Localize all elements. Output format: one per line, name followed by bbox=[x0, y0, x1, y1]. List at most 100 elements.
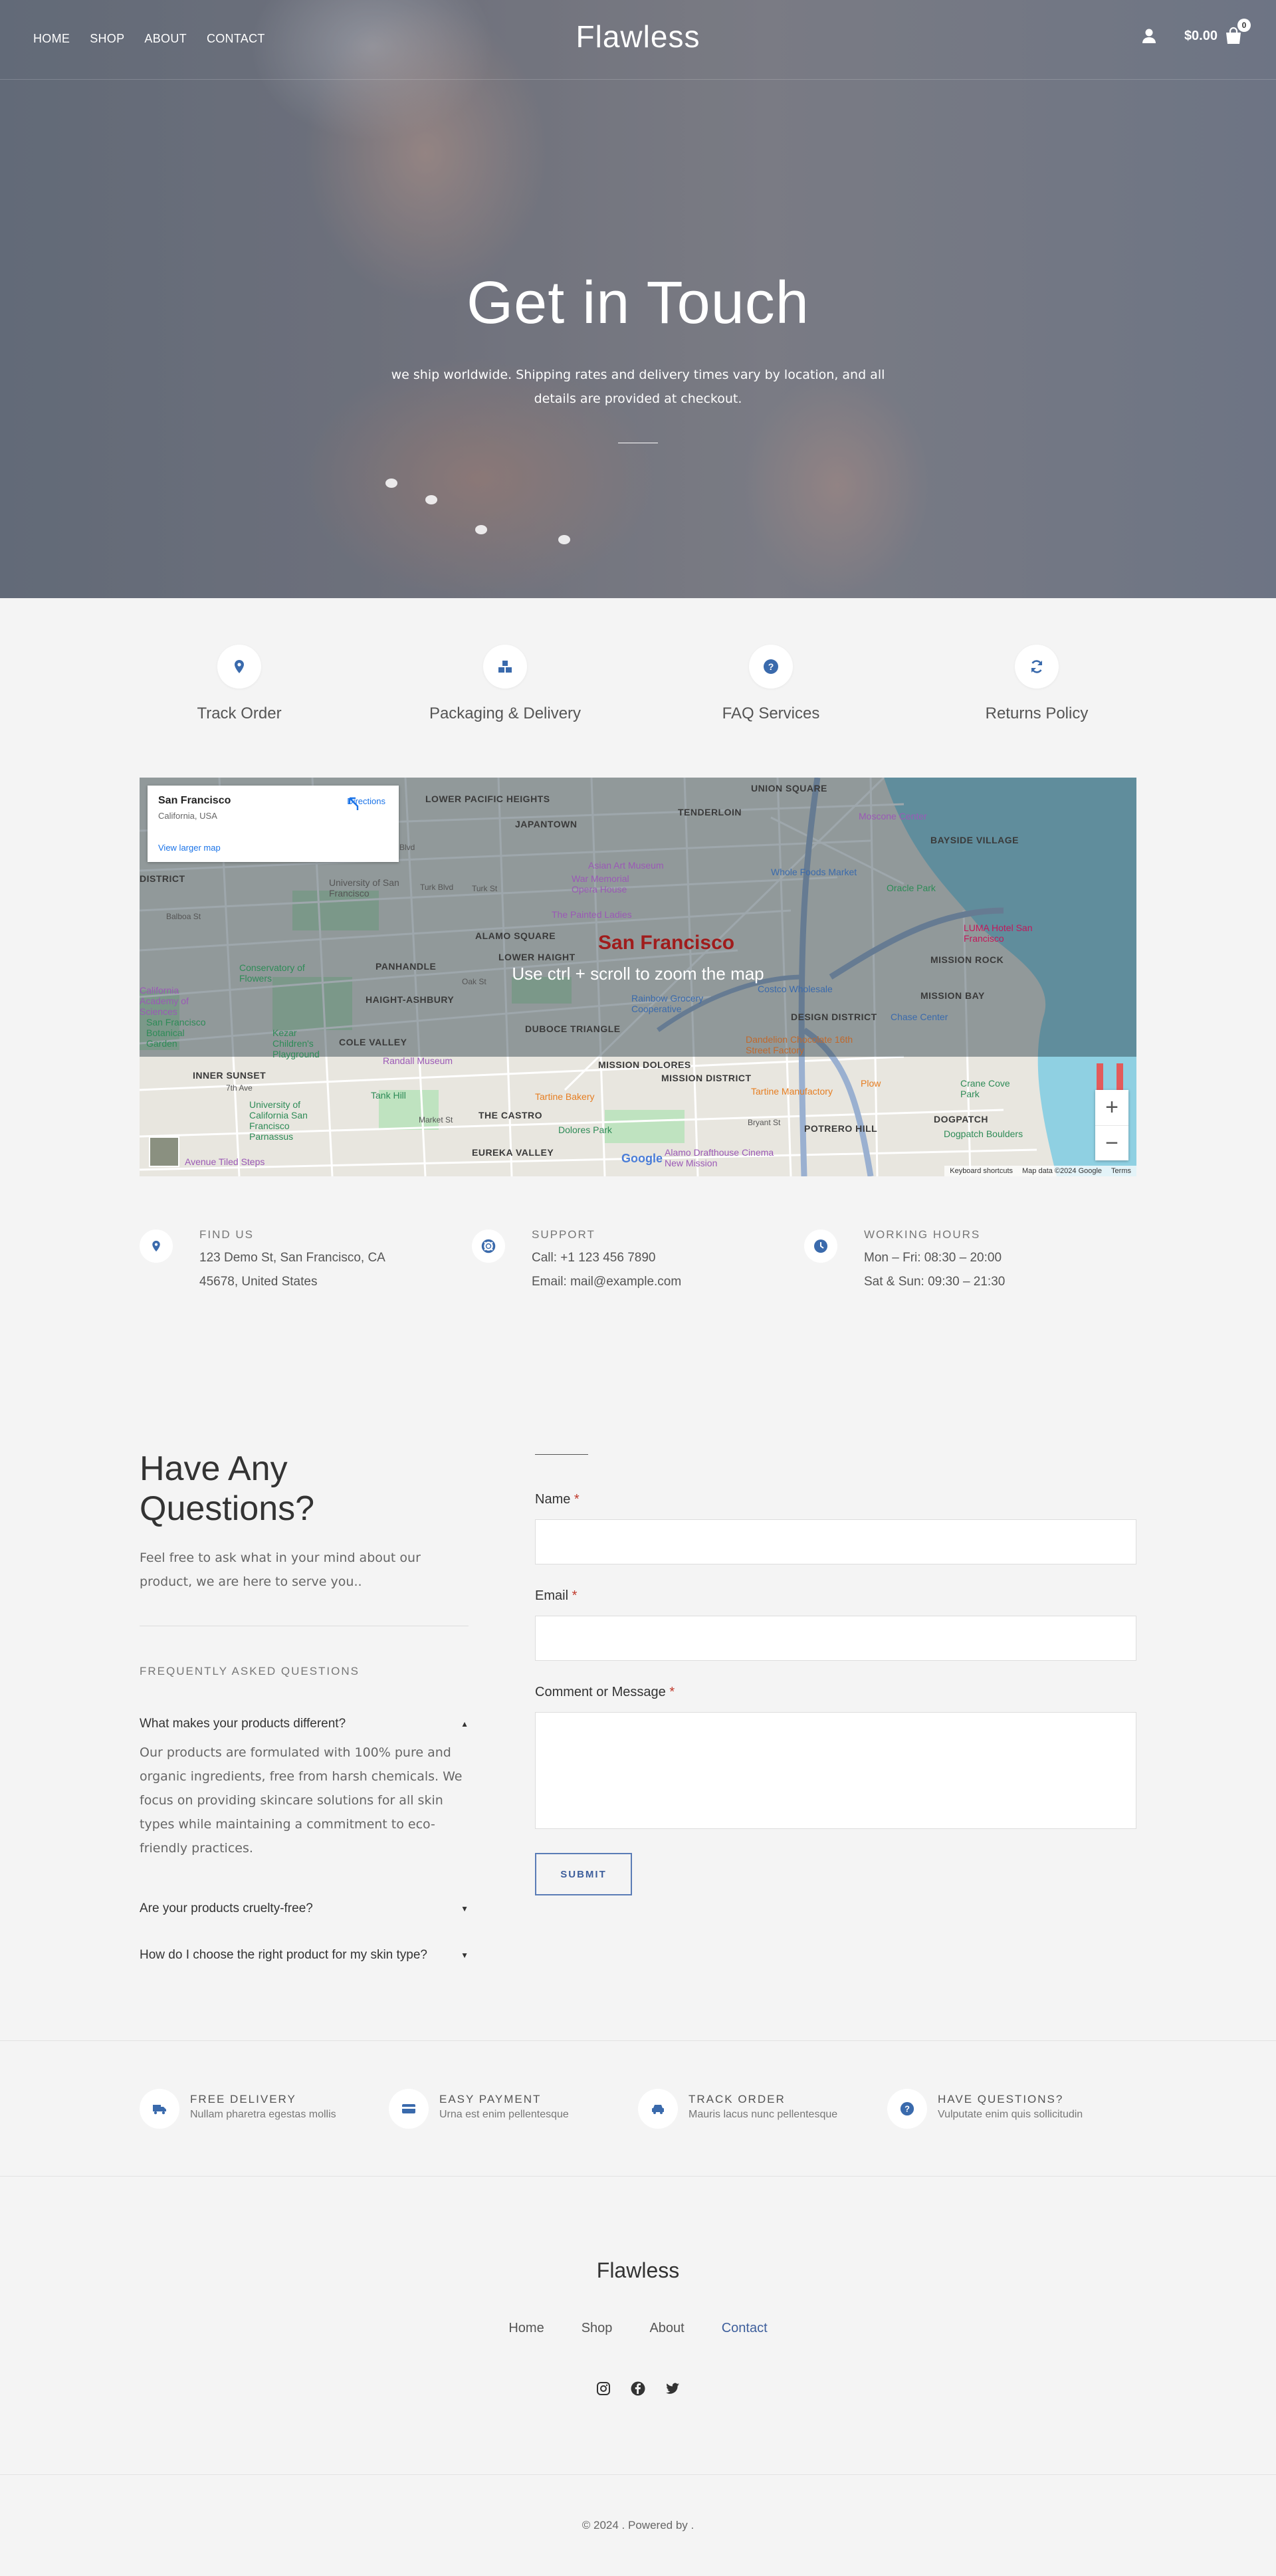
map-poi[interactable]: Tartine Bakery bbox=[535, 1091, 594, 1102]
zoom-out-button[interactable]: − bbox=[1095, 1125, 1128, 1160]
keyboard-shortcuts-link[interactable]: Keyboard shortcuts bbox=[950, 1167, 1013, 1175]
map-poi[interactable]: University of California San Francisco P… bbox=[249, 1099, 329, 1142]
instagram-icon[interactable] bbox=[595, 2381, 611, 2399]
info-line: Mon – Fri: 08:30 – 20:00 bbox=[864, 1251, 1002, 1265]
cart-button[interactable]: $0.00 0 bbox=[1184, 19, 1251, 45]
submit-button[interactable]: SUBMIT bbox=[535, 1853, 632, 1895]
map-poi[interactable]: Randall Museum bbox=[383, 1055, 453, 1066]
map-poi[interactable]: Chase Center bbox=[891, 1012, 948, 1022]
faq-item: What makes your products different? ▲ Ou… bbox=[140, 1715, 469, 1860]
service-track-order[interactable]: Track Order bbox=[140, 645, 339, 723]
service-label: Packaging & Delivery bbox=[429, 704, 582, 722]
refresh-icon bbox=[1015, 645, 1059, 689]
footer-nav-shop[interactable]: Shop bbox=[582, 2321, 613, 2336]
email-field[interactable] bbox=[535, 1616, 1136, 1661]
email-link[interactable]: Email: mail@example.com bbox=[532, 1275, 681, 1289]
directions-icon bbox=[349, 797, 359, 810]
info-heading: FIND US bbox=[199, 1228, 254, 1241]
map-poi[interactable]: Tank Hill bbox=[371, 1090, 406, 1101]
feature-have-questions: ? HAVE QUESTIONS? Vulputate enim quis so… bbox=[887, 2089, 1136, 2129]
chevron-down-icon: ▼ bbox=[461, 1951, 469, 1960]
map-poi[interactable]: University of San Francisco bbox=[329, 877, 402, 899]
contact-info-hours: WORKING HOURS Mon – Fri: 08:30 – 20:00 S… bbox=[804, 1228, 1136, 1289]
info-line: Sat & Sun: 09:30 – 21:30 bbox=[864, 1275, 1006, 1289]
footer-nav-contact[interactable]: Contact bbox=[722, 2321, 768, 2336]
terms-link[interactable]: Terms bbox=[1111, 1167, 1131, 1175]
faq-heading: FREQUENTLY ASKED QUESTIONS bbox=[140, 1665, 360, 1677]
map-poi[interactable]: War Memorial Opera House bbox=[572, 873, 631, 895]
map-poi[interactable]: Dogpatch Boulders bbox=[944, 1128, 1023, 1139]
map-poi[interactable]: Dandelion Chocolate 16th Street Factory bbox=[746, 1034, 859, 1055]
contact-info-support: SUPPORT Call: +1 123 456 7890 Email: mai… bbox=[472, 1228, 804, 1289]
twitter-icon[interactable] bbox=[665, 2381, 681, 2399]
faq-question-toggle[interactable]: How do I choose the right product for my… bbox=[140, 1947, 469, 1964]
map-poi[interactable]: The Painted Ladies bbox=[552, 909, 632, 920]
map-poi[interactable]: Whole Foods Market bbox=[771, 867, 857, 877]
location-pin-icon bbox=[217, 645, 261, 689]
services-row: Track Order Packaging & Delivery ? FAQ S… bbox=[140, 645, 1136, 723]
phone-link[interactable]: Call: +1 123 456 7890 bbox=[532, 1251, 681, 1265]
faq-answer: Our products are formulated with 100% pu… bbox=[140, 1745, 463, 1856]
feature-easy-payment: EASY PAYMENT Urna est enim pellentesque bbox=[389, 2089, 638, 2129]
map-poi[interactable]: Alamo Drafthouse Cinema New Mission bbox=[665, 1147, 778, 1168]
directions-button[interactable]: Directions bbox=[347, 796, 385, 810]
map-poi[interactable]: Moscone Center bbox=[859, 811, 927, 821]
faq-question: How do I choose the right product for my… bbox=[140, 1948, 427, 1962]
map-poi[interactable]: Crane Cove Park bbox=[960, 1078, 1013, 1099]
view-larger-map-link[interactable]: View larger map bbox=[158, 843, 221, 853]
place-subtitle: California, USA bbox=[158, 811, 217, 821]
user-account-icon[interactable] bbox=[1140, 27, 1158, 45]
info-heading: WORKING HOURS bbox=[864, 1228, 981, 1241]
embedded-map[interactable]: LOWER PACIFIC HEIGHTS JAPANTOWN TENDERLO… bbox=[140, 778, 1136, 1176]
faq-item: How do I choose the right product for my… bbox=[140, 1947, 469, 1964]
facebook-icon[interactable] bbox=[630, 2381, 646, 2399]
service-faq[interactable]: ? FAQ Services bbox=[671, 645, 871, 723]
required-mark: * bbox=[574, 1492, 580, 1507]
map-poi[interactable]: San Francisco Botanical Garden bbox=[146, 1017, 213, 1049]
feature-subtitle: Vulputate enim quis sollicitudin bbox=[938, 2109, 1083, 2120]
map-poi[interactable]: LUMA Hotel San Francisco bbox=[964, 922, 1043, 944]
faq-question: Are your products cruelty-free? bbox=[140, 1901, 313, 1915]
street-view-thumbnail[interactable] bbox=[149, 1136, 179, 1167]
questions-title: Have Any Questions? bbox=[140, 1449, 315, 1528]
shopping-bag-icon: 0 bbox=[1224, 19, 1251, 45]
hero-section: HOME SHOP ABOUT CONTACT Flawless $0.00 0… bbox=[0, 0, 1276, 598]
features-row: FREE DELIVERY Nullam pharetra egestas mo… bbox=[140, 2089, 1136, 2129]
map-poi[interactable]: Costco Wholesale bbox=[758, 984, 833, 994]
message-textarea[interactable] bbox=[535, 1712, 1136, 1829]
footer-nav-about[interactable]: About bbox=[649, 2321, 684, 2336]
footer-nav-home[interactable]: Home bbox=[508, 2321, 544, 2336]
zoom-in-button[interactable]: + bbox=[1095, 1090, 1128, 1125]
question-icon: ? bbox=[887, 2089, 927, 2129]
questions-intro: Feel free to ask what in your mind about… bbox=[140, 1551, 421, 1589]
credit-card-icon bbox=[389, 2089, 429, 2129]
name-field[interactable] bbox=[535, 1519, 1136, 1564]
service-packaging-delivery[interactable]: Packaging & Delivery bbox=[405, 645, 605, 723]
map-poi[interactable]: California Academy of Sciences bbox=[140, 985, 213, 1017]
service-label: Track Order bbox=[197, 704, 282, 722]
map-poi[interactable]: Rainbow Grocery Cooperative bbox=[631, 993, 711, 1014]
faq-item: Are your products cruelty-free? ▼ bbox=[140, 1900, 469, 1917]
feature-free-delivery: FREE DELIVERY Nullam pharetra egestas mo… bbox=[140, 2089, 389, 2129]
footer-logo[interactable]: Flawless bbox=[0, 2258, 1276, 2283]
name-label-text: Name bbox=[535, 1492, 571, 1507]
map-zoom-controls: + − bbox=[1095, 1090, 1128, 1160]
feature-track-order: TRACK ORDER Mauris lacus nunc pellentesq… bbox=[638, 2089, 887, 2129]
map-poi[interactable]: Tartine Manufactory bbox=[751, 1086, 833, 1097]
map-poi[interactable]: Kezar Children's Playground bbox=[272, 1027, 326, 1059]
site-logo[interactable]: Flawless bbox=[576, 19, 700, 54]
service-returns[interactable]: Returns Policy bbox=[937, 645, 1136, 723]
footer-divider bbox=[0, 2474, 1276, 2475]
map-poi[interactable]: Oracle Park bbox=[887, 883, 936, 893]
map-poi[interactable]: Asian Art Museum bbox=[588, 860, 664, 871]
map-poi[interactable]: Avenue Tiled Steps bbox=[185, 1156, 265, 1167]
map-area-label: DISTRICT bbox=[140, 873, 185, 884]
truck-icon bbox=[140, 2089, 179, 2129]
faq-question-toggle[interactable]: Are your products cruelty-free? ▼ bbox=[140, 1900, 469, 1917]
map-poi[interactable]: Dolores Park bbox=[558, 1125, 612, 1135]
info-heading: SUPPORT bbox=[532, 1228, 595, 1241]
svg-text:?: ? bbox=[904, 2104, 910, 2114]
faq-question-toggle[interactable]: What makes your products different? ▲ bbox=[140, 1715, 469, 1733]
map-area-label: EUREKA VALLEY bbox=[472, 1147, 554, 1158]
map-poi[interactable]: Plow bbox=[861, 1078, 881, 1089]
